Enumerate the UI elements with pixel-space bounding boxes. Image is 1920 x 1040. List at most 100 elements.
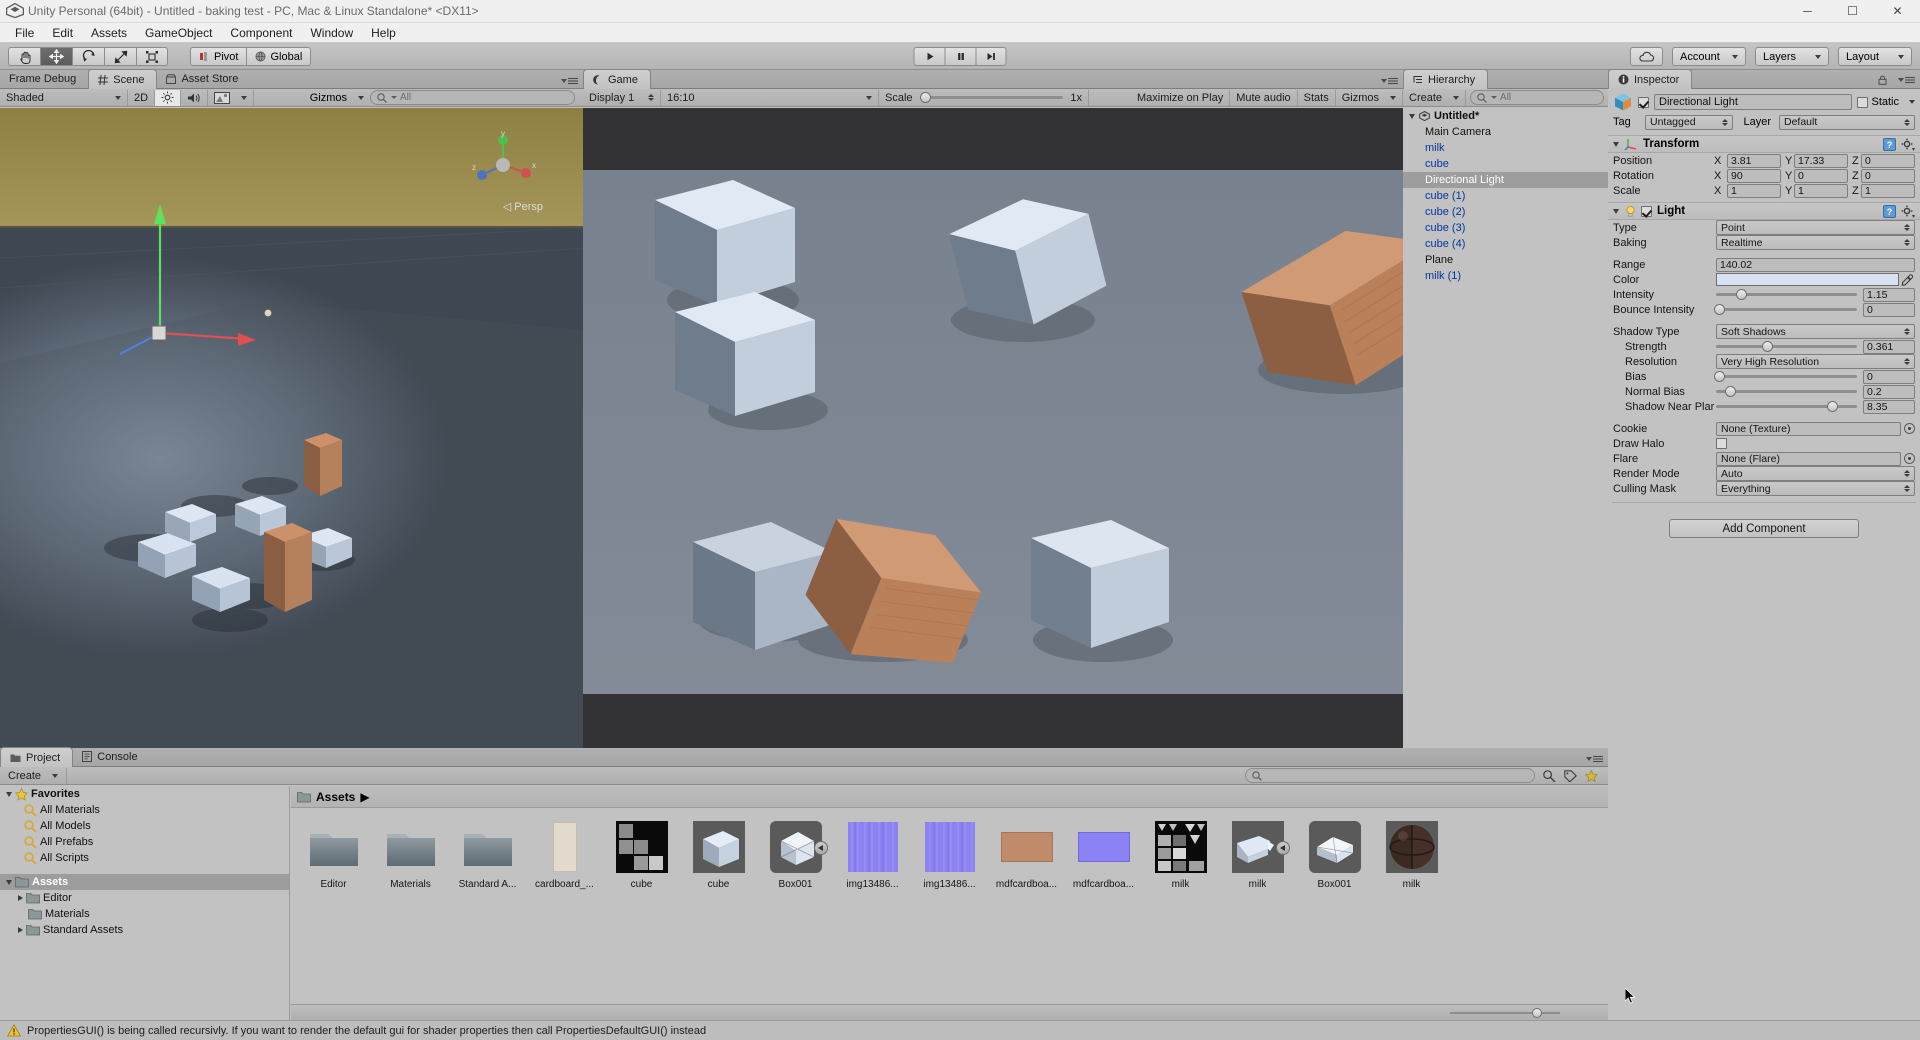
maximize-on-play-toggle[interactable]: Maximize on Play [1131,89,1231,106]
game-panel-menu-icon[interactable] [1374,77,1398,85]
asset-item[interactable]: mdfcardboa... [990,819,1063,902]
shadow-type-dropdown[interactable]: Soft Shadows [1716,324,1915,339]
tag-dropdown[interactable]: Untagged [1645,114,1733,130]
tree-item-assets[interactable]: Assets [0,874,289,890]
culling-mask-dropdown[interactable]: Everything [1716,481,1915,496]
asset-item[interactable]: milk [1375,819,1448,902]
layer-dropdown[interactable]: Default [1779,114,1915,130]
object-active-checkbox[interactable] [1638,96,1649,108]
transform-component-header[interactable]: Transform ? [1608,135,1920,153]
tab-hierarchy[interactable]: Hierarchy [1403,69,1489,89]
chevron-right-icon[interactable] [18,927,23,933]
menu-gameobject[interactable]: GameObject [136,24,221,42]
menu-assets[interactable]: Assets [82,24,136,42]
asset-item[interactable]: milk [1144,819,1217,902]
cookie-object-picker-icon[interactable] [1904,423,1915,434]
pause-button[interactable] [944,47,976,66]
status-bar[interactable]: PropertiesGUI() is being called recursiv… [0,1020,1920,1040]
scene-effects-toggle[interactable] [208,89,255,106]
tab-inspector[interactable]: Inspector [1608,69,1693,89]
add-component-button[interactable]: Add Component [1669,519,1859,538]
asset-item[interactable]: Box001 [1298,819,1371,902]
hierarchy-create-dropdown[interactable]: Create [1403,89,1467,106]
chevron-right-icon[interactable] [18,895,23,901]
hierarchy-item-milk-1[interactable]: milk (1) [1403,268,1608,284]
aspect-dropdown[interactable]: 16:10 [661,89,879,106]
rotate-tool-button[interactable] [72,47,104,66]
hierarchy-item-plane[interactable]: Plane [1403,252,1608,268]
tab-frame-debug[interactable]: Frame Debug [0,69,88,88]
tree-item-all-materials[interactable]: All Materials [0,802,289,818]
scale-z-input[interactable]: 1 [1861,183,1915,198]
menu-file[interactable]: File [6,24,43,42]
maximize-button[interactable]: ☐ [1830,0,1875,23]
pivot-toggle-button[interactable]: Pivot [190,47,247,66]
project-folder-tree[interactable]: Favorites All Materials All Models All P… [0,786,290,1020]
project-create-dropdown[interactable]: Create [0,767,68,784]
shadow-normal-bias-slider[interactable] [1716,385,1857,399]
light-range-input[interactable]: 140.02 [1716,257,1915,272]
hierarchy-item-cube-4[interactable]: cube (4) [1403,236,1608,252]
play-button[interactable] [913,47,945,66]
scene-gizmos-dropdown[interactable]: Gizmos [304,90,370,106]
light-intensity-input[interactable]: 1.15 [1863,287,1915,302]
light-component-header[interactable]: Light ? [1608,202,1920,220]
hierarchy-list[interactable]: Untitled* Main Camera milk cube Directio… [1403,108,1608,748]
gear-icon[interactable] [1901,138,1915,151]
asset-item[interactable]: Box001 [759,819,832,902]
hierarchy-item-cube[interactable]: cube [1403,156,1608,172]
light-enabled-checkbox[interactable] [1641,205,1652,217]
rotation-z-input[interactable]: 0 [1861,168,1915,183]
asset-item[interactable]: mdfcardboa... [1067,819,1140,902]
move-tool-button[interactable] [40,47,72,66]
scale-x-input[interactable]: 1 [1727,183,1781,198]
asset-item[interactable]: Materials [374,819,447,902]
draw-mode-dropdown[interactable]: Shaded [0,89,128,106]
global-toggle-button[interactable]: Global [246,47,312,66]
asset-item[interactable]: milk [1221,819,1294,902]
project-panel-menu-icon[interactable] [1579,755,1603,763]
chevron-down-icon[interactable] [6,791,12,797]
rotation-y-input[interactable]: 0 [1794,168,1848,183]
hierarchy-item-cube-3[interactable]: cube (3) [1403,220,1608,236]
chevron-down-icon[interactable] [1613,208,1619,214]
light-type-dropdown[interactable]: Point [1716,220,1915,235]
prefab-dropdown-icon[interactable] [813,841,828,855]
shadow-resolution-dropdown[interactable]: Very High Resolution [1716,354,1915,369]
static-checkbox[interactable] [1857,96,1869,108]
hierarchy-item-main-camera[interactable]: Main Camera [1403,124,1608,140]
asset-item[interactable]: img13486... [913,819,986,902]
search-filter-label-icon[interactable] [1564,769,1577,782]
position-x-input[interactable]: 3.81 [1727,153,1781,168]
object-name-input[interactable]: Directional Light [1654,94,1853,110]
shadow-strength-slider[interactable] [1716,340,1857,354]
lock-icon[interactable] [1878,75,1887,85]
display-dropdown[interactable]: Display 1 [583,89,661,106]
tab-console[interactable]: Console [73,747,149,766]
help-icon[interactable]: ? [1883,204,1896,218]
scale-y-input[interactable]: 1 [1794,183,1848,198]
shadow-bias-input[interactable]: 0 [1863,369,1915,384]
inspector-panel-menu-icon[interactable] [1878,75,1915,85]
tree-item-favorites[interactable]: Favorites [0,786,289,802]
shadow-bias-slider[interactable] [1713,370,1857,384]
hierarchy-item-cube-2[interactable]: cube (2) [1403,204,1608,220]
game-gizmos-dropdown[interactable]: Gizmos [1336,89,1403,106]
asset-item[interactable]: cube [605,819,678,902]
scene-panel-menu-icon[interactable] [554,77,578,85]
color-picker-eyedropper[interactable] [1899,273,1915,286]
close-button[interactable]: ✕ [1875,0,1920,23]
project-search-input[interactable] [1245,768,1535,783]
chevron-down-icon[interactable] [1909,100,1915,104]
layout-dropdown[interactable]: Layout [1838,47,1912,66]
scene-audio-toggle[interactable] [181,89,209,106]
stats-toggle[interactable]: Stats [1298,89,1336,106]
menu-component[interactable]: Component [221,24,301,42]
scene-lighting-toggle[interactable] [155,89,182,106]
account-dropdown[interactable]: Account [1672,47,1746,66]
flare-object-picker-icon[interactable] [1904,453,1915,464]
step-button[interactable] [975,47,1007,66]
light-baking-dropdown[interactable]: Realtime [1716,235,1915,250]
tab-asset-store[interactable]: Asset Store [157,69,250,88]
rotation-x-input[interactable]: 90 [1727,168,1781,183]
